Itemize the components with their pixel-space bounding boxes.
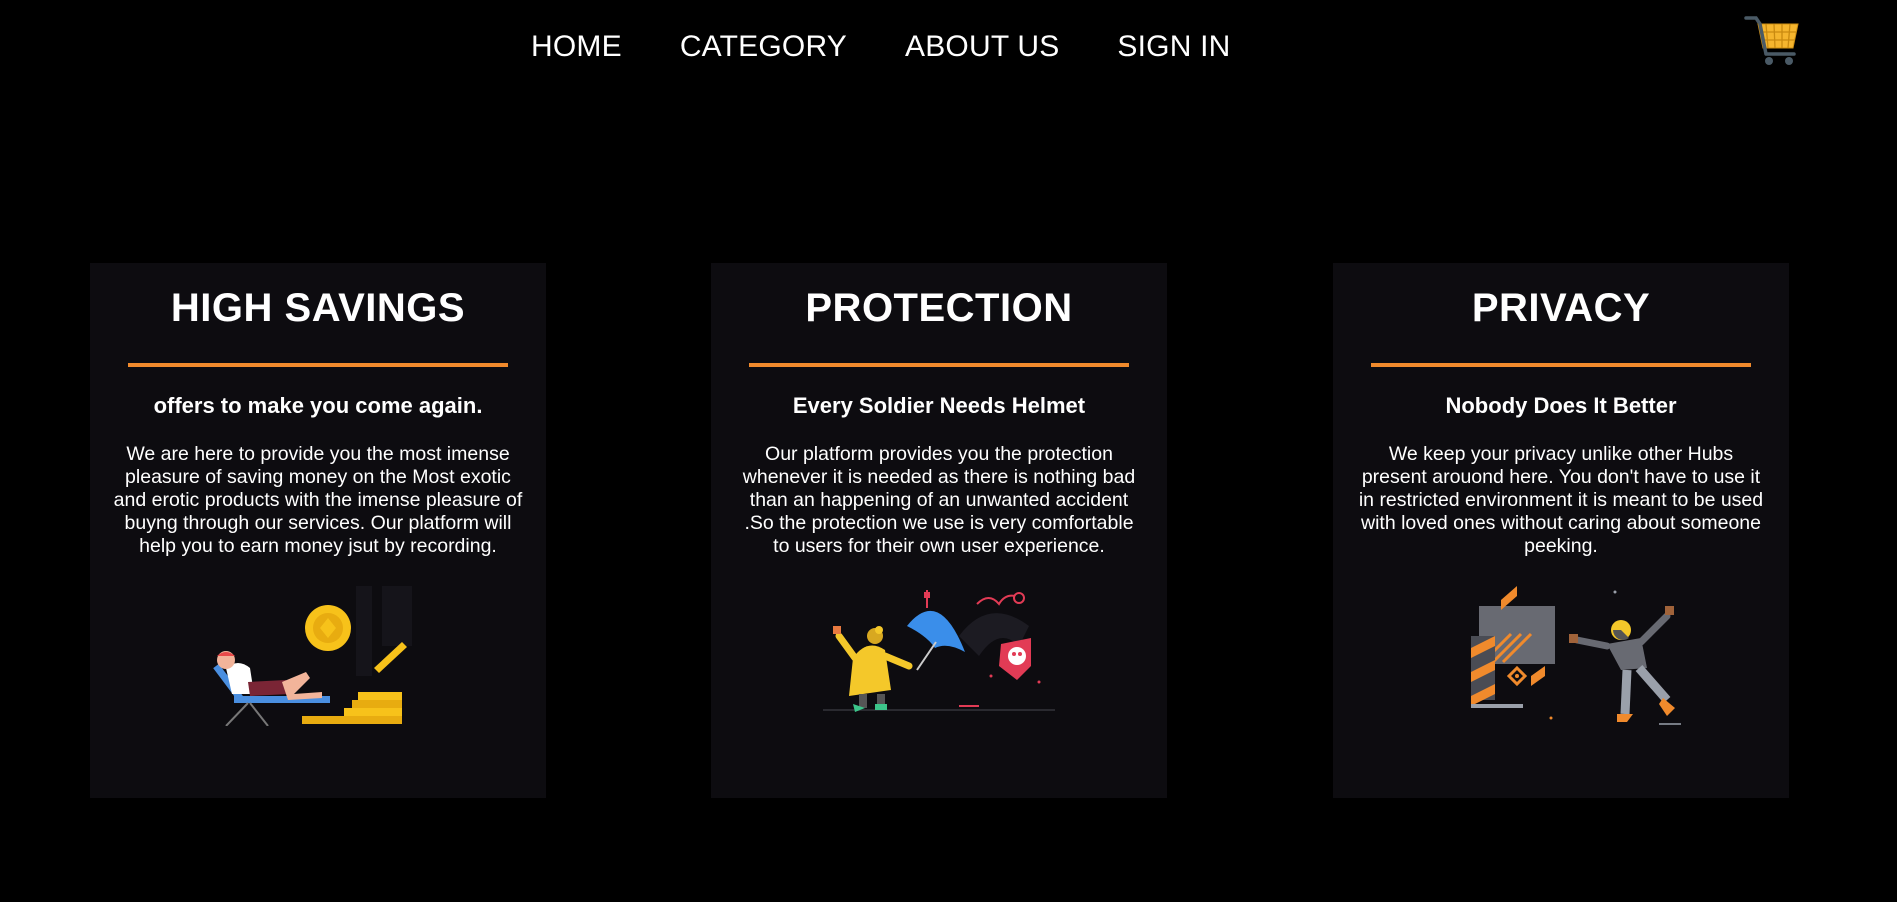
card-subtitle: Nobody Does It Better	[1445, 393, 1677, 418]
card-divider	[128, 363, 508, 367]
card-subtitle: Every Soldier Needs Helmet	[792, 393, 1086, 418]
card-subtitle: offers to make you come again.	[153, 393, 483, 418]
relaxing-with-coins-illustration	[213, 586, 412, 726]
card-title: PRIVACY	[1471, 286, 1651, 330]
nav-about-us[interactable]: ABOUT US	[905, 26, 1059, 68]
card-title: HIGH SAVINGS	[170, 286, 466, 330]
card-privacy: PRIVACY Nobody Does It Better We keep yo…	[1333, 263, 1789, 798]
card-description: Our platform provides you the protection…	[742, 443, 1136, 557]
nav-sign-in[interactable]: SIGN IN	[1117, 26, 1230, 68]
nav-home[interactable]: HOME	[531, 26, 622, 68]
card-description: We are here to provide you the most imen…	[113, 443, 523, 557]
card-title: PROTECTION	[805, 286, 1073, 330]
shopping-cart-icon[interactable]	[1744, 14, 1800, 68]
card-protection: PROTECTION Every Soldier Needs Helmet Ou…	[711, 263, 1167, 798]
page: HOME CATEGORY ABOUT US SIGN IN HIGH SAVI…	[0, 0, 1897, 902]
card-high-savings: HIGH SAVINGS offers to make you come aga…	[90, 263, 546, 798]
privacy-screen-illustration	[1471, 586, 1681, 725]
card-description: We keep your privacy unlike other Hubs p…	[1358, 443, 1764, 557]
nav-category[interactable]: CATEGORY	[680, 26, 847, 68]
top-navigation: HOME CATEGORY ABOUT US SIGN IN	[531, 26, 1231, 68]
umbrella-shield-illustration	[823, 590, 1055, 712]
card-divider	[749, 363, 1129, 367]
card-divider	[1371, 363, 1751, 367]
